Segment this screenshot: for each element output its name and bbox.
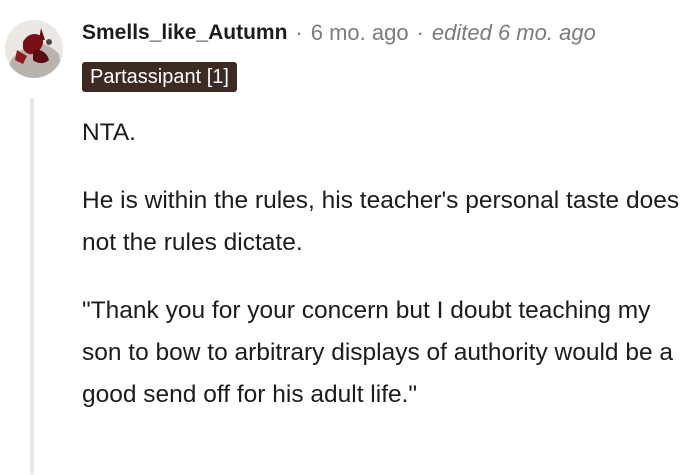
author-username[interactable]: Smells_like_Autumn — [82, 21, 287, 45]
meta-separator: · — [295, 20, 303, 45]
thread-line[interactable] — [30, 98, 34, 475]
user-flair-badge: Partassipant [1] — [82, 62, 237, 92]
edited-label: edited 6 mo. ago — [431, 20, 596, 45]
comment: Smells_like_Autumn · 6 mo. ago · edited … — [0, 0, 700, 475]
comment-paragraph: NTA. — [82, 119, 136, 146]
comment-paragraph: "Thank you for your concern but I doubt … — [82, 297, 674, 408]
avatar-image — [5, 20, 63, 78]
comment-paragraph: He is within the rules, his teacher's pe… — [82, 187, 680, 256]
meta-separator: · — [416, 20, 424, 45]
user-avatar-icon[interactable] — [5, 20, 63, 78]
comment-timestamp[interactable]: 6 mo. ago — [311, 20, 409, 46]
comment-body: NTA. He is within the rules, his teacher… — [82, 112, 692, 442]
comment-meta: Smells_like_Autumn · 6 mo. ago · edited … — [82, 18, 596, 48]
